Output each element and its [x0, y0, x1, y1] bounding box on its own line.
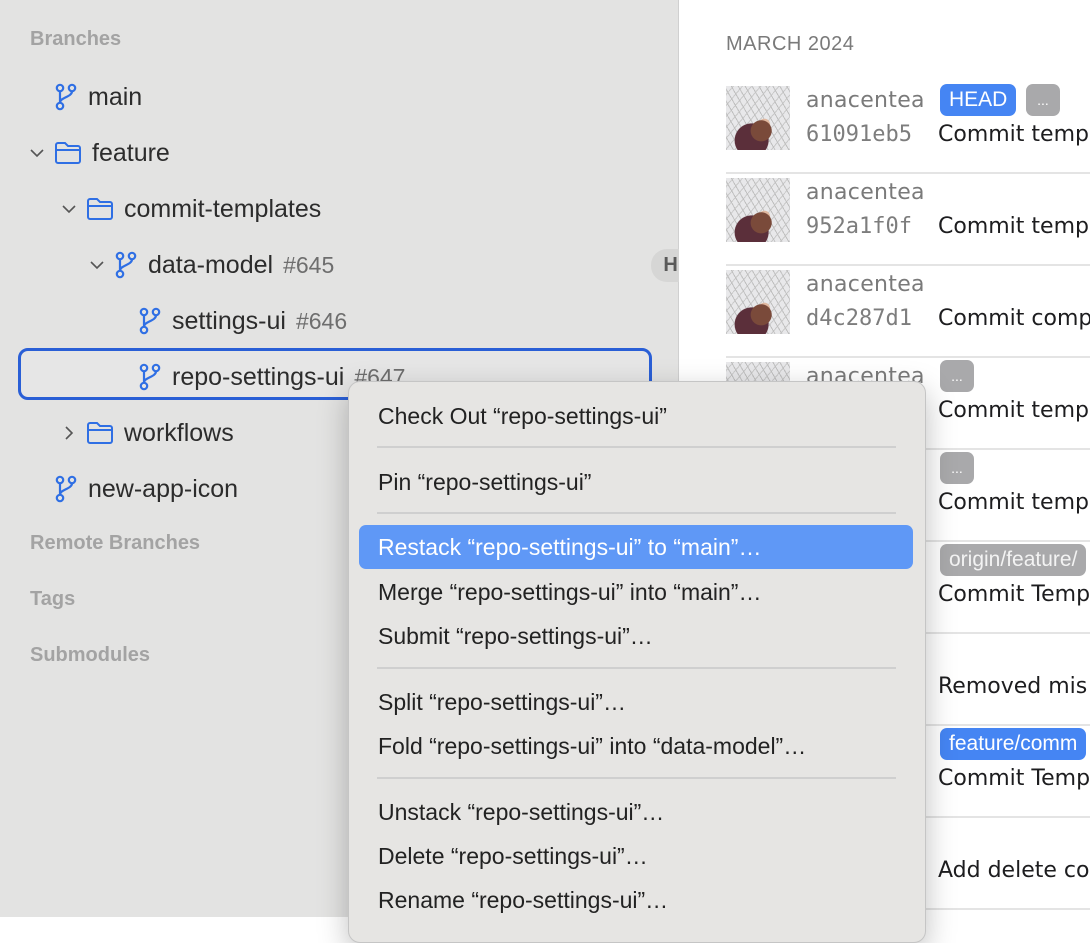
tree-item-label: data-model — [148, 250, 274, 279]
section-branches[interactable]: Branches — [30, 28, 121, 51]
menu-item-split[interactable]: Split “repo-settings-ui”… — [359, 680, 913, 724]
head-tag[interactable]: HEAD — [940, 84, 1017, 116]
commit-message: Commit comp — [938, 306, 1090, 331]
tree-item-label: commit-templates — [124, 194, 322, 223]
commit-row[interactable]: anacentea HEAD ... 61091eb5 Commit temp — [726, 80, 1090, 174]
more-tags-button[interactable]: ... — [940, 360, 974, 392]
avatar — [726, 178, 790, 242]
tree-item-label: new-app-icon — [88, 474, 239, 503]
commit-message: Commit temp — [938, 122, 1089, 147]
commit-message: Commit temp — [938, 490, 1089, 515]
more-tags-button[interactable]: ... — [1026, 84, 1060, 116]
branch-icon — [138, 307, 162, 335]
tree-item-data-model[interactable]: data-model #645 HEAD — [0, 237, 766, 293]
menu-item-unstack[interactable]: Unstack “repo-settings-ui”… — [359, 790, 913, 834]
commit-message: Commit temp — [938, 214, 1089, 239]
chevron-down-icon[interactable] — [28, 144, 46, 162]
commit-sha: d4c287d1 — [806, 306, 912, 331]
tree-item-main[interactable]: main — [0, 69, 732, 125]
commit-author: anacentea — [806, 88, 925, 113]
tree-item-label: main — [88, 82, 143, 111]
context-menu: Check Out “repo-settings-ui” Pin “repo-s… — [348, 381, 926, 943]
menu-separator — [377, 512, 896, 514]
menu-separator — [377, 667, 896, 669]
branch-icon — [54, 475, 78, 503]
avatar — [726, 86, 790, 150]
commit-author: anacentea — [806, 180, 925, 205]
menu-item-check-out[interactable]: Check Out “repo-settings-ui” — [359, 394, 913, 438]
menu-separator — [377, 446, 896, 448]
menu-item-pin[interactable]: Pin “repo-settings-ui” — [359, 460, 913, 504]
folder-icon — [86, 421, 114, 445]
menu-item-submit[interactable]: Submit “repo-settings-ui”… — [359, 614, 913, 658]
avatar — [726, 270, 790, 334]
pr-number: #645 — [283, 251, 335, 278]
tree-item-commit-templates[interactable]: commit-templates — [0, 181, 738, 237]
commit-author: anacentea — [806, 272, 925, 297]
section-submodules[interactable]: Submodules — [30, 644, 150, 667]
menu-item-merge[interactable]: Merge “repo-settings-ui” into “main”… — [359, 570, 913, 614]
folder-icon — [54, 141, 82, 165]
menu-item-rename[interactable]: Rename “repo-settings-ui”… — [359, 878, 913, 922]
section-remote-branches[interactable]: Remote Branches — [30, 532, 200, 555]
branch-icon — [138, 363, 162, 391]
pr-number: #646 — [295, 307, 348, 334]
tree-item-label: workflows — [124, 418, 234, 447]
chevron-down-icon[interactable] — [88, 256, 106, 274]
commit-message: Commit Temp — [938, 766, 1090, 791]
section-tags[interactable]: Tags — [30, 588, 75, 611]
tree-item-feature[interactable]: feature — [0, 125, 706, 181]
folder-icon — [86, 197, 114, 221]
menu-item-fold[interactable]: Fold “repo-settings-ui” into “data-model… — [359, 724, 913, 768]
chevron-right-icon[interactable] — [60, 424, 78, 442]
branch-icon — [54, 83, 78, 111]
more-tags-button[interactable]: ... — [940, 452, 974, 484]
commit-row[interactable]: anacentea d4c287d1 Commit comp — [726, 264, 1090, 358]
commit-message: Add delete co — [938, 858, 1090, 883]
branch-icon — [114, 251, 138, 279]
chevron-down-icon[interactable] — [60, 200, 78, 218]
remote-branch-tag[interactable]: origin/feature/ — [940, 544, 1087, 576]
menu-item-delete[interactable]: Delete “repo-settings-ui”… — [359, 834, 913, 878]
menu-item-restack[interactable]: Restack “repo-settings-ui” to “main”… — [359, 525, 913, 569]
commit-sha: 61091eb5 — [806, 122, 912, 147]
tree-item-label: feature — [92, 138, 170, 167]
commit-row[interactable]: anacentea 952a1f0f Commit temp — [726, 172, 1090, 266]
branch-tag[interactable]: feature/comm — [940, 728, 1087, 760]
tree-item-label: settings-ui — [172, 306, 286, 335]
menu-separator — [377, 777, 896, 779]
commit-message: Commit temp — [938, 398, 1089, 423]
tree-item-label: repo-settings-ui — [172, 362, 345, 391]
commit-message: Commit Temp — [938, 582, 1090, 607]
commit-sha: 952a1f0f — [806, 214, 912, 239]
month-header: MARCH 2024 — [726, 33, 855, 55]
commit-message: Removed mis — [938, 674, 1088, 699]
